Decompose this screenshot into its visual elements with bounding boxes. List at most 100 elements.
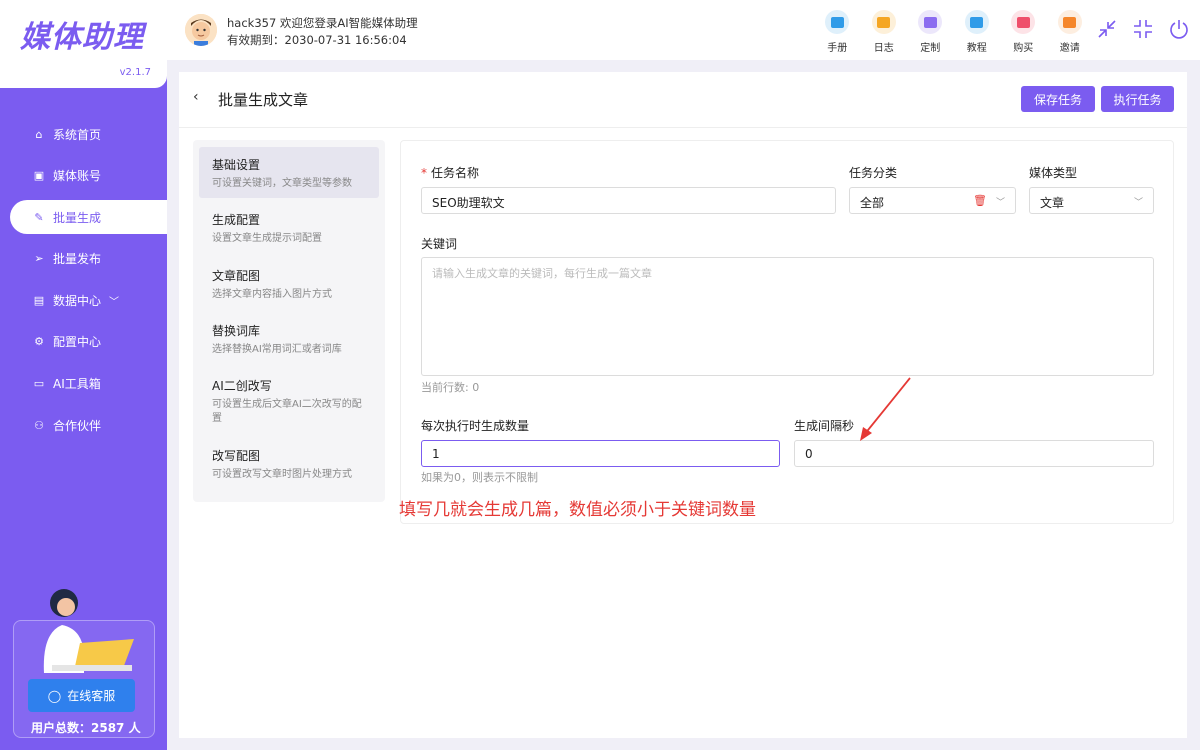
step-desc: 可设置关键词，文章类型等参数 <box>212 178 352 189</box>
user-total: 用户总数：2587 人 <box>31 721 141 735</box>
interval-seconds-input[interactable]: 0 <box>794 440 1154 467</box>
minimize-icon[interactable] <box>1096 18 1118 40</box>
required-mark: * <box>421 166 427 180</box>
step-rewrite-images[interactable]: 改写配图 可设置改写文章时图片处理方式 <box>199 438 379 482</box>
top-header: hack357 欢迎您登录AI智能媒体助理 有效期到：2030-07-31 16… <box>167 0 1200 60</box>
main-panel: ‹ 批量生成文章 保存任务 执行任务 基础设置 可设置关键词，文章类型等参数 生… <box>179 72 1187 738</box>
log-icon <box>871 10 896 34</box>
tool-invite[interactable]: 邀请 <box>1047 10 1094 54</box>
category-value: 全部 <box>860 196 885 210</box>
custom-icon <box>918 10 943 34</box>
basic-settings-form: * 任务名称 SEO助理软文 任务分类 全部 🗑 ﹀ 媒体类型 文章 ﹀ 关键词 … <box>400 140 1174 524</box>
sidebar-item-data-center[interactable]: ▤ 数据中心 ﹀ <box>0 283 167 317</box>
tool-label: 购买 <box>1013 43 1034 54</box>
welcome-text: hack357 欢迎您登录AI智能媒体助理 <box>227 16 418 30</box>
line-count: 当前行数: 0 <box>421 381 480 394</box>
step-generation-config[interactable]: 生成配置 设置文章生成提示词配置 <box>199 202 379 246</box>
category-select[interactable]: 全部 🗑 ﹀ <box>849 187 1016 214</box>
power-icon[interactable] <box>1168 18 1190 40</box>
step-title: 改写配图 <box>212 449 261 463</box>
online-support-button[interactable]: ◯ 在线客服 <box>28 679 135 712</box>
tool-label: 日志 <box>873 43 894 54</box>
category-label: 任务分类 <box>849 166 898 180</box>
sidebar-item-accounts[interactable]: ▣ 媒体账号 <box>0 159 167 193</box>
sidebar-item-label: 批量发布 <box>53 252 102 267</box>
step-replace-lexicon[interactable]: 替换词库 选择替换AI常用词汇或者词库 <box>199 313 379 357</box>
step-desc: 选择替换AI常用词汇或者词库 <box>212 344 342 355</box>
window-controls <box>1096 18 1190 40</box>
per-run-label: 每次执行时生成数量 <box>421 419 530 433</box>
home-icon: ⌂ <box>35 127 43 141</box>
annotation-arrow-icon <box>860 377 911 441</box>
sidebar-item-home[interactable]: ⌂ 系统首页 <box>0 117 167 151</box>
step-ai-rewrite[interactable]: AI二创改写 可设置生成后文章AI二次改写的配置 <box>199 368 379 426</box>
maximize-icon[interactable] <box>1132 18 1154 40</box>
sidebar: 媒体助理 v2.1.7 ⌂ 系统首页 ▣ 媒体账号 ✎ 批量生成 ➢ 批量发布 … <box>0 0 167 750</box>
account-icon: ▣ <box>33 169 45 183</box>
step-article-images[interactable]: 文章配图 选择文章内容插入图片方式 <box>199 258 379 302</box>
media-type-select[interactable]: 文章 ﹀ <box>1029 187 1154 214</box>
sidebar-item-batch-generate[interactable]: ✎ 批量生成 <box>10 200 167 235</box>
sidebar-item-label: 系统首页 <box>53 127 102 142</box>
step-basic-settings[interactable]: 基础设置 可设置关键词，文章类型等参数 <box>199 147 379 198</box>
invite-icon <box>1057 10 1082 34</box>
page-title: 批量生成文章 <box>218 91 309 109</box>
logo-card: 媒体助理 v2.1.7 <box>0 0 167 88</box>
online-support-label: 在线客服 <box>67 689 116 703</box>
toolbar: 手册 日志 定制 教程 购买 邀请 <box>814 10 1093 54</box>
keywords-textarea[interactable]: 请输入生成文章的关键词，每行生成一篇文章 <box>421 257 1154 376</box>
chat-icon: ◯ <box>47 688 62 703</box>
tool-custom[interactable]: 定制 <box>907 10 954 54</box>
save-task-button[interactable]: 保存任务 <box>1021 86 1095 112</box>
settings-icon: ⚙ <box>34 335 44 349</box>
chevron-down-icon: ﹀ <box>109 296 120 308</box>
step-title: 生成配置 <box>212 213 261 227</box>
step-list: 基础设置 可设置关键词，文章类型等参数 生成配置 设置文章生成提示词配置 文章配… <box>193 140 385 502</box>
media-type-value: 文章 <box>1040 196 1065 210</box>
run-task-button[interactable]: 执行任务 <box>1101 86 1174 112</box>
support-illustration <box>43 589 134 673</box>
step-desc: 选择文章内容插入图片方式 <box>212 289 332 300</box>
avatar-face-icon <box>185 14 217 46</box>
partner-icon: ⚇ <box>34 418 44 432</box>
sidebar-item-batch-publish[interactable]: ➢ 批量发布 <box>0 242 167 276</box>
data-icon: ▤ <box>33 293 45 307</box>
per-run-count-input[interactable]: 1 <box>421 440 780 467</box>
interval-label: 生成间隔秒 <box>794 419 855 433</box>
sidebar-item-ai-toolbox[interactable]: ▭ AI工具箱 <box>0 367 167 401</box>
sidebar-item-config-center[interactable]: ⚙ 配置中心 <box>0 325 167 359</box>
chevron-down-icon: ﹀ <box>995 198 1005 208</box>
sidebar-item-label: AI工具箱 <box>53 377 101 392</box>
app-logo: 媒体助理 <box>20 20 144 55</box>
tool-manual[interactable]: 手册 <box>814 10 861 54</box>
task-name-label-text: 任务名称 <box>431 166 480 180</box>
step-title: 基础设置 <box>212 158 261 172</box>
tool-tutorial[interactable]: 教程 <box>954 10 1001 54</box>
chevron-down-icon: ﹀ <box>1133 198 1143 208</box>
sidebar-item-partners[interactable]: ⚇ 合作伙伴 <box>0 408 167 442</box>
tool-log[interactable]: 日志 <box>861 10 908 54</box>
expiry-text: 有效期到：2030-07-31 16:56:04 <box>227 33 407 47</box>
step-title: AI二创改写 <box>212 379 272 393</box>
tool-label: 教程 <box>966 43 987 54</box>
sidebar-item-label: 数据中心 <box>53 293 102 308</box>
tool-label: 定制 <box>920 43 941 54</box>
toolbox-icon: ▭ <box>33 377 45 391</box>
annotation-text: 填写几就会生成几篇，数值必须小于关键词数量 <box>399 500 756 520</box>
app-version: v2.1.7 <box>119 67 151 78</box>
page-header: ‹ 批量生成文章 保存任务 执行任务 <box>179 72 1187 128</box>
step-title: 文章配图 <box>212 269 261 283</box>
edit-icon: ✎ <box>34 210 44 224</box>
task-name-input[interactable]: SEO助理软文 <box>421 187 836 214</box>
keywords-label: 关键词 <box>421 237 458 251</box>
tool-buy[interactable]: 购买 <box>1000 10 1047 54</box>
sidebar-item-label: 媒体账号 <box>53 169 102 184</box>
step-desc: 可设置改写文章时图片处理方式 <box>212 469 352 480</box>
task-name-label: * 任务名称 <box>421 164 479 181</box>
back-icon[interactable]: ‹ <box>193 89 199 105</box>
manual-icon <box>825 10 850 34</box>
avatar[interactable] <box>185 14 217 46</box>
trash-icon[interactable]: 🗑 <box>973 194 987 207</box>
buy-icon <box>1011 10 1036 34</box>
tutorial-icon <box>964 10 989 34</box>
